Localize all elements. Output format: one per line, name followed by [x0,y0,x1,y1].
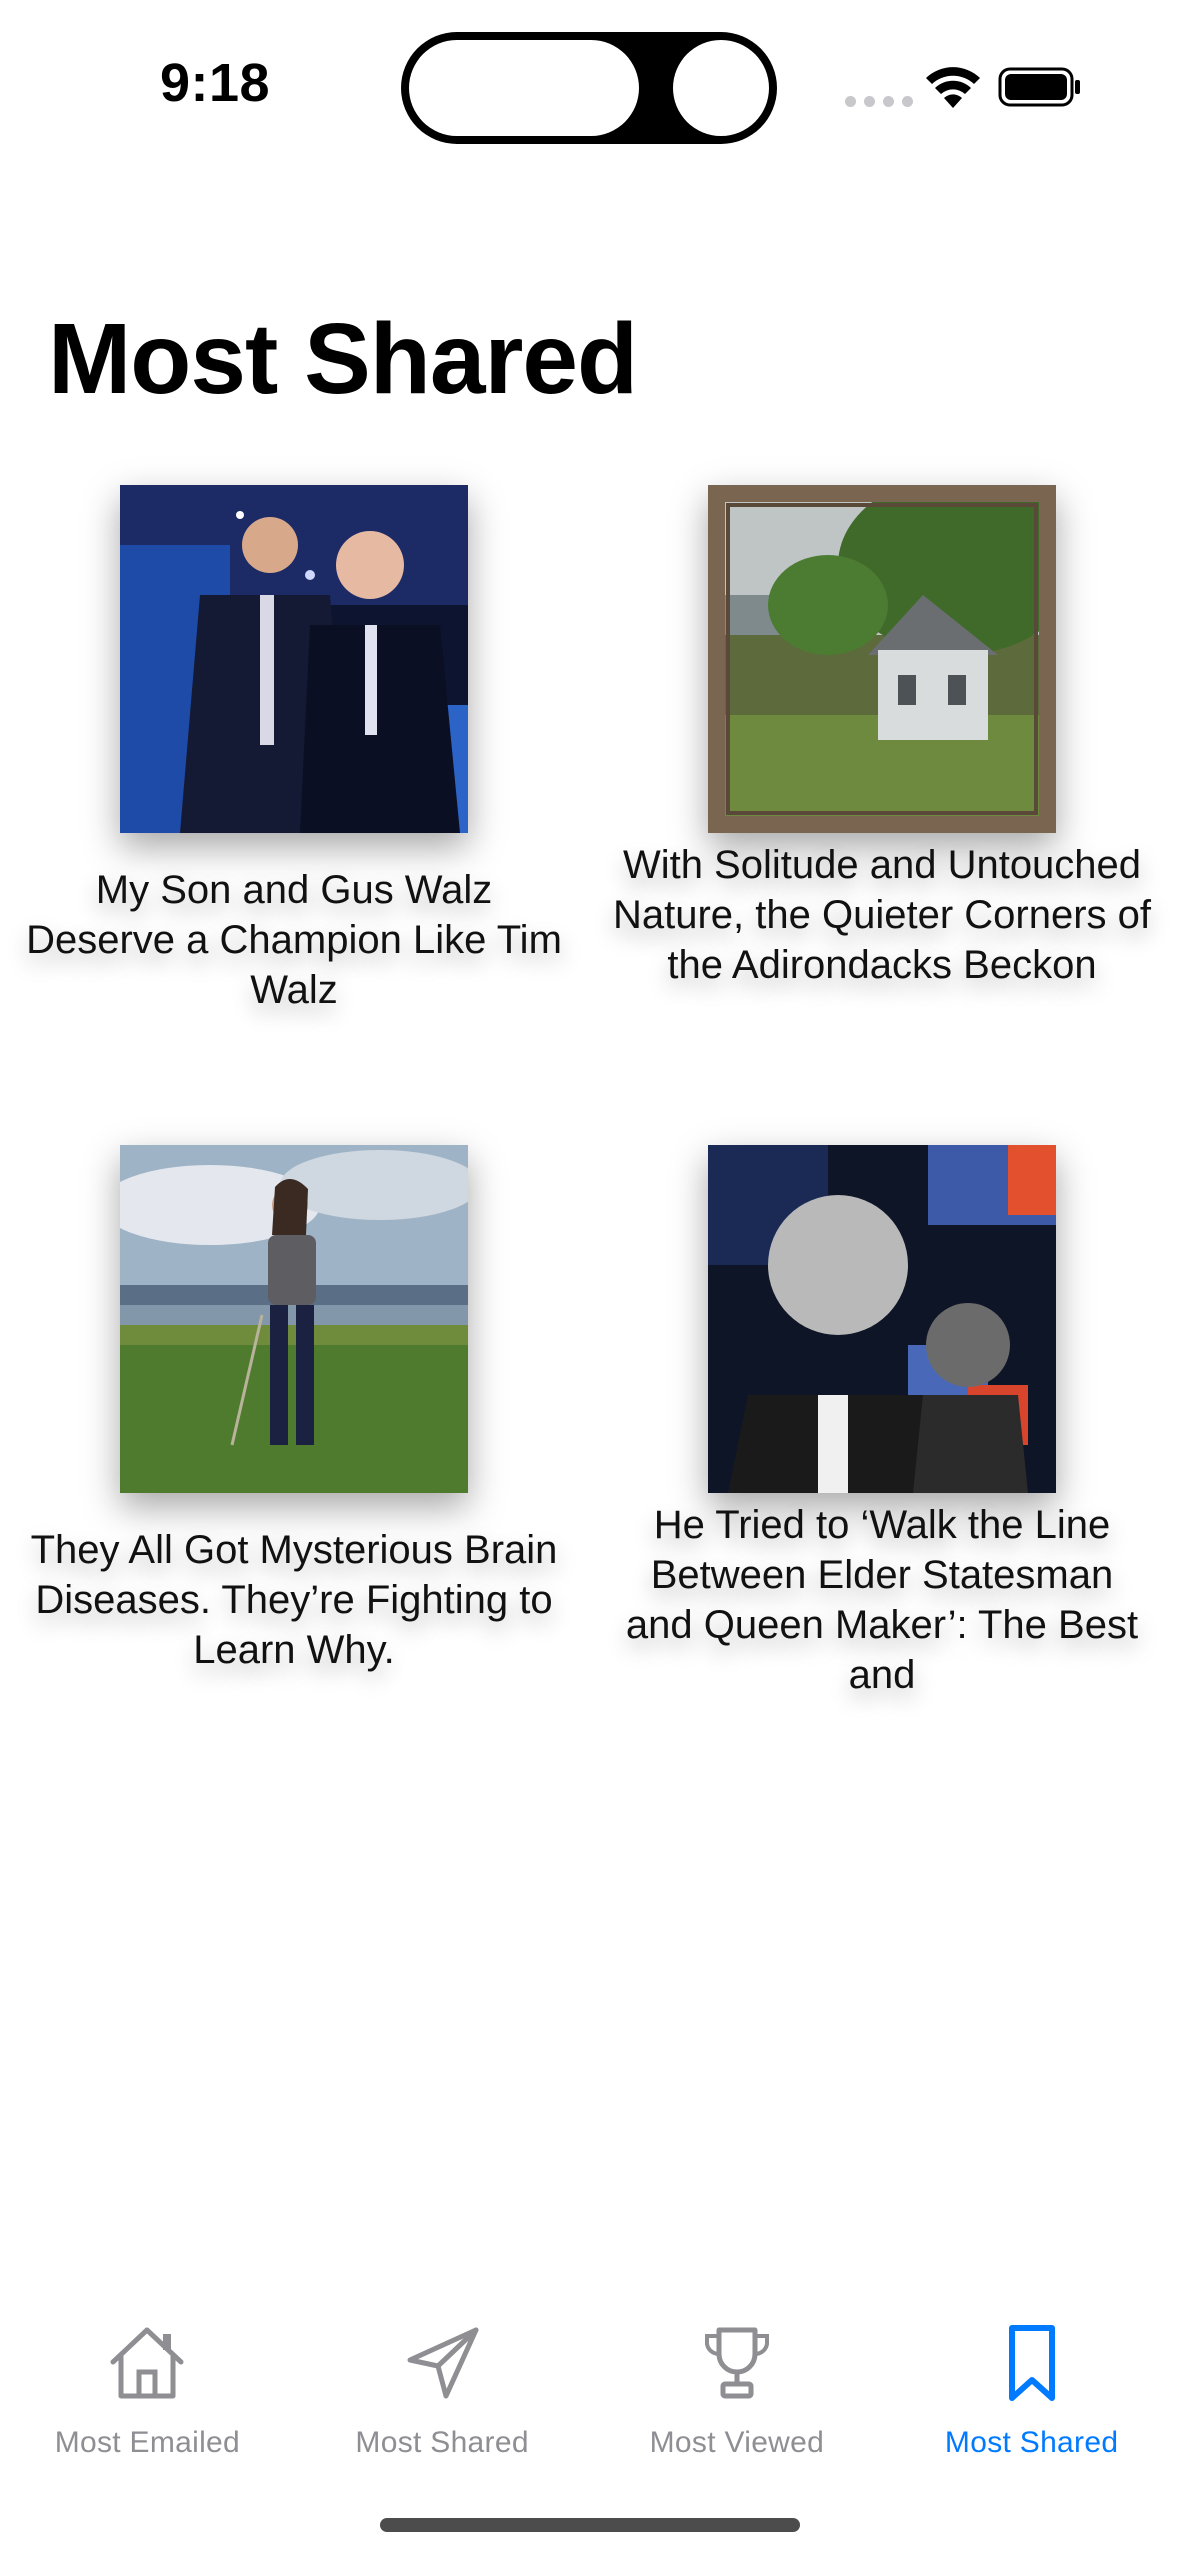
status-bar: 9:18 [0,0,1179,180]
article-title[interactable]: He Tried to ‘Walk the Line Between Elder… [612,1500,1152,1700]
article-title[interactable]: They All Got Mysterious Brain Diseases. … [20,1525,568,1675]
tab-most-emailed[interactable]: Most Emailed [0,2290,295,2490]
home-indicator[interactable] [380,2518,800,2532]
tab-label: Most Shared [944,2426,1119,2459]
article-thumbnail[interactable] [708,485,1056,833]
tab-most-shared[interactable]: Most Shared [295,2290,590,2490]
cellular-signal-icon [845,96,913,107]
trophy-icon [704,2327,769,2399]
article-thumbnail[interactable] [120,485,468,833]
paper-plane-icon [407,2327,479,2399]
dynamic-island [401,32,777,144]
tab-label: Most Emailed [54,2426,241,2459]
tab-label: Most Viewed [649,2426,825,2459]
article-thumbnail[interactable] [120,1145,468,1493]
photo-two-men-on-stage [120,485,468,833]
tab-most-viewed[interactable]: Most Viewed [590,2290,885,2490]
article-title[interactable]: My Son and Gus Walz Deserve a Champion L… [20,865,568,1015]
tab-bar: Most Emailed Most Shared Most Viewed Mos… [0,2290,1179,2490]
photo-woman-in-field [120,1145,468,1493]
photo-cabin-through-frame [708,485,1056,833]
page-title: Most Shared [48,303,638,415]
photo-collage-man-and-woman [708,1145,1056,1493]
article-title[interactable]: With Solitude and Untouched Nature, the … [612,840,1152,990]
article-thumbnail[interactable] [708,1145,1056,1493]
tab-label: Most Shared [355,2426,529,2459]
wifi-icon [926,67,980,108]
battery-icon [998,67,1080,107]
status-time: 9:18 [160,53,271,113]
tab-most-shared-bookmarks[interactable]: Most Shared [884,2290,1179,2490]
bookmark-icon [1008,2325,1055,2401]
house-icon [110,2327,184,2399]
